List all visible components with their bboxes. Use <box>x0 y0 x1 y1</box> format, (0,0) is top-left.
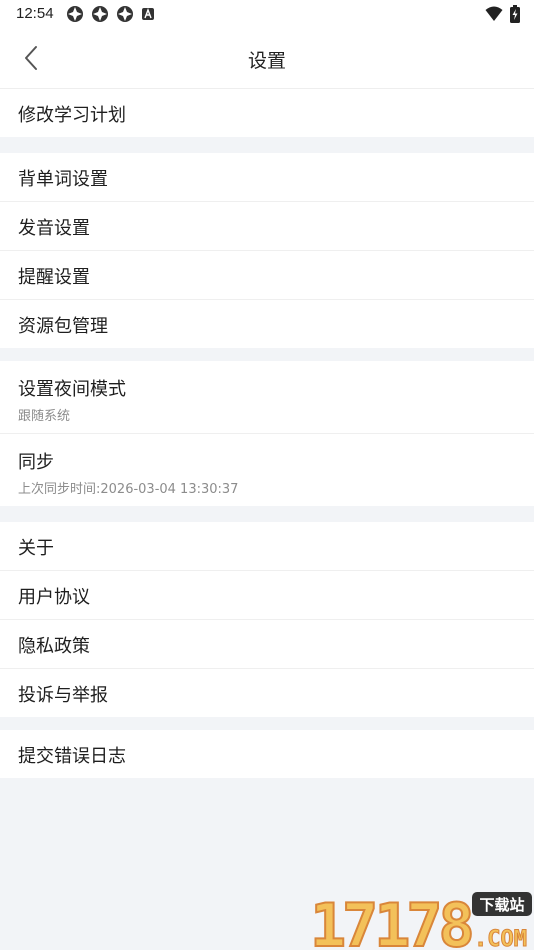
settings-item-complaint-report[interactable]: 投诉与举报 <box>0 669 534 717</box>
section-about-legal: 关于 用户协议 隐私政策 投诉与举报 <box>0 522 534 717</box>
section-error-log: 提交错误日志 <box>0 730 534 778</box>
section-study-plan: 修改学习计划 <box>0 89 534 137</box>
settings-item-label: 隐私政策 <box>18 636 90 657</box>
settings-item-pronunciation-settings[interactable]: 发音设置 <box>0 202 534 251</box>
page-title: 设置 <box>247 50 286 72</box>
settings-item-privacy-policy[interactable]: 隐私政策 <box>0 620 534 669</box>
settings-item-about[interactable]: 关于 <box>0 522 534 571</box>
section-learning-settings: 背单词设置 发音设置 提醒设置 资源包管理 <box>0 153 534 348</box>
settings-item-label: 背单词设置 <box>18 169 108 190</box>
status-notification-icons <box>66 5 155 23</box>
settings-item-submit-error-log[interactable]: 提交错误日志 <box>0 730 534 778</box>
settings-item-label: 用户协议 <box>18 587 90 608</box>
status-time: 12:54 <box>16 5 54 22</box>
watermark-logo: 17178 下载站 .COM <box>310 890 532 950</box>
svg-text:下载站: 下载站 <box>479 896 524 914</box>
settings-item-label: 提醒设置 <box>18 267 90 288</box>
app-notification-icon <box>117 6 133 22</box>
wifi-icon <box>485 6 503 21</box>
settings-item-label: 修改学习计划 <box>18 105 126 126</box>
app-notification-icon <box>92 6 108 22</box>
settings-item-label: 资源包管理 <box>18 316 108 337</box>
settings-item-label: 发音设置 <box>18 218 90 239</box>
section-display-sync: 设置夜间模式 跟随系统 同步 上次同步时间:2026-03-04 13:30:3… <box>0 361 534 506</box>
settings-item-user-agreement[interactable]: 用户协议 <box>0 571 534 620</box>
svg-text:17178: 17178 <box>310 891 471 950</box>
settings-item-label: 投诉与举报 <box>18 685 108 706</box>
settings-item-resource-pack-management[interactable]: 资源包管理 <box>0 300 534 348</box>
settings-item-subtitle: 跟随系统 <box>18 409 71 424</box>
settings-item-label: 关于 <box>18 538 54 559</box>
app-notification-icon <box>67 6 83 22</box>
app-header: 设置 <box>0 28 534 89</box>
status-bar: 12:54 <box>0 0 534 28</box>
settings-item-label: 提交错误日志 <box>18 746 126 767</box>
settings-item-label: 同步 <box>18 452 54 473</box>
settings-item-reminder-settings[interactable]: 提醒设置 <box>0 251 534 300</box>
settings-item-modify-study-plan[interactable]: 修改学习计划 <box>0 89 534 137</box>
status-system-icons <box>485 5 520 23</box>
settings-item-night-mode[interactable]: 设置夜间模式 跟随系统 <box>0 361 534 434</box>
a-badge-icon <box>142 8 154 20</box>
settings-item-sync[interactable]: 同步 上次同步时间:2026-03-04 13:30:37 <box>0 434 534 506</box>
settings-item-vocabulary-settings[interactable]: 背单词设置 <box>0 153 534 202</box>
settings-item-label: 设置夜间模式 <box>18 379 126 400</box>
battery-charging-icon <box>510 5 520 23</box>
svg-text:.COM: .COM <box>474 927 527 950</box>
settings-item-subtitle: 上次同步时间:2026-03-04 13:30:37 <box>18 482 239 497</box>
